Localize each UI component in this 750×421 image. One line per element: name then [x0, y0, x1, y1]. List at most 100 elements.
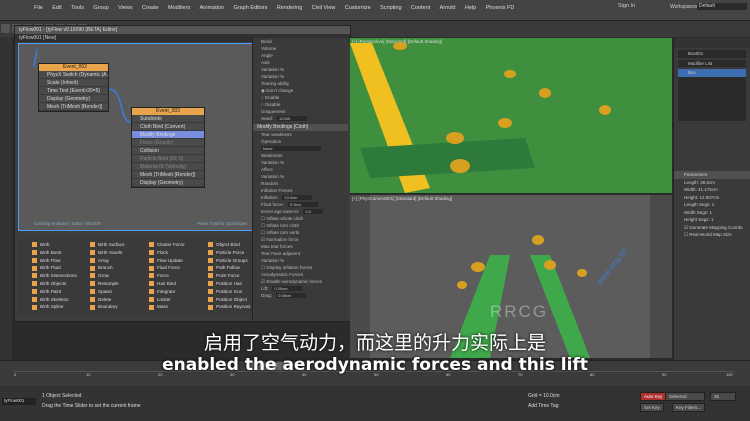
depot-item[interactable]: Force [149, 272, 207, 280]
key-filters-button[interactable]: Key Filters... [672, 403, 706, 412]
perspective-viewport[interactable]: [+] [Perspective] [Standard] [Default Sh… [350, 38, 672, 193]
depot-item[interactable]: Flow Update [149, 257, 207, 265]
menu-rendering[interactable]: Rendering [277, 2, 302, 14]
param-value[interactable]: 1 [711, 217, 714, 222]
depot-item[interactable]: Array [90, 257, 148, 265]
node-operator[interactable]: Display (Geometry) [132, 179, 204, 187]
menu-phoenix[interactable]: Phoenix FD [486, 2, 515, 14]
node-operator[interactable]: Subdivide [132, 115, 204, 123]
depot-item[interactable]: Birth Flow [32, 257, 90, 265]
depot-item[interactable]: Integrate [149, 288, 207, 296]
depot-item[interactable]: Birth [32, 241, 90, 249]
depot-item[interactable]: Limiter [149, 296, 207, 304]
node-operator[interactable]: Scale (Inherit) [39, 79, 108, 87]
command-panel-tabs[interactable] [674, 38, 750, 48]
maxscript-listener[interactable]: tyFlow001 [2, 398, 36, 405]
workspace-dropdown[interactable]: Default [697, 3, 747, 10]
depot-item[interactable]: Birth Fluid [32, 264, 90, 272]
set-key-button[interactable]: Set Key [640, 403, 664, 412]
depot-item[interactable]: Birth Objects [32, 280, 90, 288]
depot-item[interactable]: Spawn [90, 288, 148, 296]
parameters-header[interactable]: Parameters [674, 171, 750, 179]
tearing-option[interactable]: ◉ Don't change [253, 87, 348, 94]
depot-item[interactable]: Birth Paint [32, 288, 90, 296]
inflate-option[interactable]: ☐ Inflate torn verts [253, 229, 348, 236]
stack-item[interactable]: Box [678, 69, 746, 77]
event-003-node[interactable]: Event_003 Subdivide Cloth Bind (Convert)… [131, 107, 205, 188]
depot-item[interactable]: Birth Spline [32, 303, 90, 311]
node-operator[interactable]: Collision [132, 147, 204, 155]
depot-item[interactable]: Birth Burst [32, 249, 90, 257]
sign-in-button[interactable]: Sign In [618, 3, 635, 9]
real-world-checkbox[interactable]: ☐ Real-World Map Size [674, 231, 750, 239]
drag-field[interactable]: 0.05cm [276, 293, 307, 299]
depot-item[interactable]: Mass [149, 303, 207, 311]
inflate-option[interactable]: ☑ Normalize force [253, 236, 348, 243]
depot-item[interactable]: Delete [90, 296, 148, 304]
depot-item[interactable]: Boundary [90, 303, 148, 311]
menu-modifiers[interactable]: Modifiers [168, 2, 190, 14]
node-operator-selected[interactable]: Modify Bindings [132, 131, 204, 139]
age-field[interactable]: 0.0 [303, 209, 324, 215]
depot-item[interactable]: Fluid Force [149, 264, 207, 272]
enable-aero-checkbox[interactable]: ☑ Enable aerodynamic forces [253, 278, 348, 285]
generate-mapping-checkbox[interactable]: ☑ Generate Mapping Coords. [674, 224, 750, 232]
node-operator[interactable]: Mesh (TriMesh [Render]) [39, 103, 108, 111]
inflate-option[interactable]: ☐ Inflate whole cloth [253, 215, 348, 222]
param-value[interactable]: 38.6cm [700, 180, 715, 185]
menu-help[interactable]: Help [465, 2, 476, 14]
menu-arnold[interactable]: Arnold [440, 2, 456, 14]
lift-field[interactable]: 0.25cm [272, 286, 303, 292]
param-value[interactable]: 12.907cm [700, 195, 720, 200]
operation-dropdown[interactable]: None [261, 146, 321, 152]
current-frame-field[interactable]: 35 [710, 392, 736, 401]
event-002-node[interactable]: Event_002 PhysX Switch (Dynamic (A... Sc… [38, 63, 109, 112]
auto-key-button[interactable]: Auto Key [640, 392, 667, 401]
menu-customize[interactable]: Customize [345, 2, 371, 14]
node-operator[interactable]: Force (Gravity) [132, 139, 204, 147]
menu-content[interactable]: Content [411, 2, 430, 14]
node-operator[interactable]: Display (Geometry) [39, 95, 108, 103]
undo-icon[interactable] [1, 24, 10, 33]
depot-item[interactable]: Birth Skeleton [32, 296, 90, 304]
depot-item[interactable]: Branch [90, 264, 148, 272]
node-operator[interactable]: Time Test (Event>20=5) [39, 87, 108, 95]
depot-item[interactable]: Resample [90, 280, 148, 288]
add-time-tag[interactable]: Add Time Tag [528, 403, 558, 409]
menu-tools[interactable]: Tools [71, 2, 84, 14]
node-operator[interactable]: Mesh (TriMesh [Render]) [132, 171, 204, 179]
display-inflation-checkbox[interactable]: ☐ Display inflation forces [253, 264, 348, 271]
menu-edit[interactable]: Edit [52, 2, 61, 14]
viewport-label[interactable]: [+] [PhysCamera001] [Standard] [Default … [352, 196, 452, 201]
modifier-list-dropdown[interactable]: Modifier List [678, 59, 746, 67]
menu-views[interactable]: Views [118, 2, 133, 14]
menu-civil-view[interactable]: Civil View [312, 2, 336, 14]
node-operator[interactable]: Particle Bind (ID: 0) [132, 155, 204, 163]
menu-graph-editors[interactable]: Graph Editors [234, 2, 268, 14]
menu-group[interactable]: Group [93, 2, 108, 14]
inflation-field[interactable]: 10.0cm [282, 195, 313, 201]
depot-item[interactable]: Birth Intersections [32, 272, 90, 280]
depot-item[interactable]: Birth Surface [90, 241, 148, 249]
tearing-option[interactable]: ○ Enable [253, 94, 348, 101]
node-operator[interactable]: Cloth Bind (Convert) [132, 123, 204, 131]
node-operator[interactable]: PhysX Switch (Dynamic (A... [39, 71, 108, 79]
modify-bindings-header[interactable]: Modify Bindings [Cloth] [253, 124, 348, 131]
depot-item[interactable]: Hair Bind [149, 280, 207, 288]
depot-item[interactable]: Grow [90, 272, 148, 280]
inflate-option[interactable]: ☐ Inflate torn cloth [253, 222, 348, 229]
object-name-field[interactable]: Box001 [678, 50, 746, 58]
float-field[interactable]: 0.0cm [287, 202, 318, 208]
menu-animation[interactable]: Animation [200, 2, 224, 14]
seed-field[interactable]: 12345 [277, 116, 308, 122]
param-value[interactable]: 41.175cm [698, 187, 718, 192]
param-value[interactable]: 1 [710, 210, 713, 215]
tearing-option[interactable]: ○ Disable [253, 101, 348, 108]
menu-file[interactable]: File [34, 2, 43, 14]
depot-item[interactable]: Flock [149, 249, 207, 257]
node-operator[interactable]: Material ID (Velocity) [132, 163, 204, 171]
depot-item[interactable]: Birth Voxels [90, 249, 148, 257]
menu-scripting[interactable]: Scripting [380, 2, 401, 14]
depot-item[interactable]: Cluster Force [149, 241, 207, 249]
param-value[interactable]: 1 [712, 202, 715, 207]
